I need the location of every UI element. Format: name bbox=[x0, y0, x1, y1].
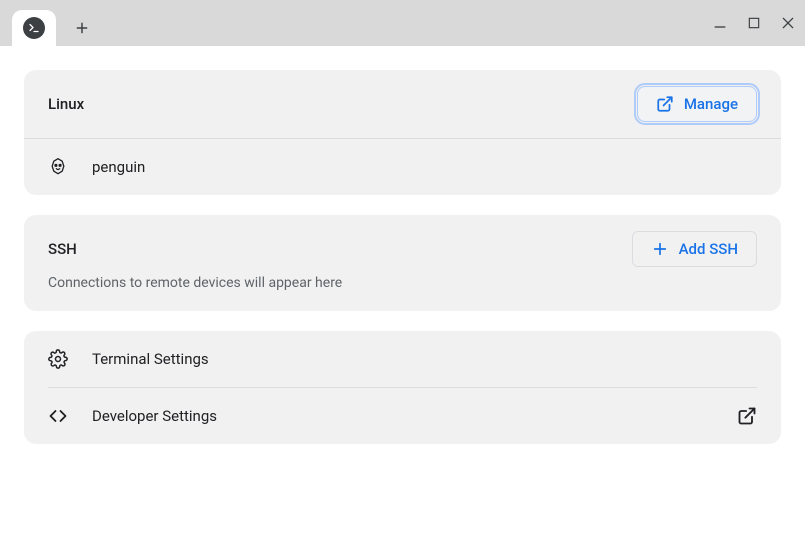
settings-card: Terminal Settings Developer Settings bbox=[24, 331, 781, 444]
ssh-card-header: SSH Add SSH bbox=[24, 215, 781, 275]
close-button[interactable] bbox=[779, 14, 797, 32]
penguin-icon bbox=[48, 157, 68, 177]
manage-button-label: Manage bbox=[684, 95, 738, 113]
minimize-button[interactable] bbox=[711, 14, 729, 32]
linux-container-label: penguin bbox=[92, 158, 757, 176]
manage-button[interactable]: Manage bbox=[637, 86, 757, 122]
terminal-settings-row[interactable]: Terminal Settings bbox=[24, 331, 781, 387]
add-ssh-button-label: Add SSH bbox=[679, 240, 738, 258]
code-icon bbox=[48, 406, 68, 426]
titlebar bbox=[0, 0, 805, 46]
ssh-empty-text: Connections to remote devices will appea… bbox=[24, 275, 781, 311]
linux-card: Linux Manage bbox=[24, 70, 781, 195]
window-controls bbox=[711, 0, 797, 46]
ssh-title: SSH bbox=[48, 240, 77, 258]
ssh-card: SSH Add SSH Connections to remote device… bbox=[24, 215, 781, 311]
developer-settings-label: Developer Settings bbox=[92, 407, 713, 425]
developer-settings-row[interactable]: Developer Settings bbox=[24, 388, 781, 444]
plus-icon bbox=[651, 240, 669, 258]
maximize-button[interactable] bbox=[745, 14, 763, 32]
linux-title: Linux bbox=[48, 95, 84, 113]
open-external-icon bbox=[737, 406, 757, 426]
linux-container-row[interactable]: penguin bbox=[24, 139, 781, 195]
content: Linux Manage bbox=[0, 46, 805, 468]
linux-card-header: Linux Manage bbox=[24, 70, 781, 138]
terminal-settings-label: Terminal Settings bbox=[92, 350, 757, 368]
gear-icon bbox=[48, 349, 68, 369]
terminal-icon bbox=[23, 17, 45, 39]
new-tab-button[interactable] bbox=[68, 10, 96, 46]
active-tab[interactable] bbox=[12, 10, 56, 46]
open-external-icon bbox=[656, 95, 674, 113]
add-ssh-button[interactable]: Add SSH bbox=[632, 231, 757, 267]
